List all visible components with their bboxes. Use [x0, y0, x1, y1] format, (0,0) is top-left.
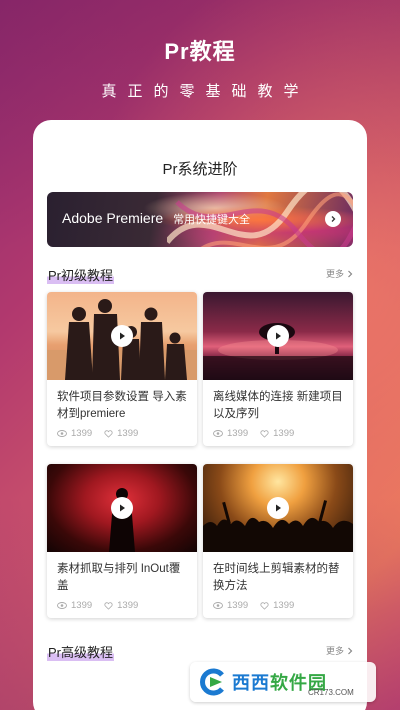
view-count: 1399 [213, 428, 248, 439]
cr173-logo-icon [194, 665, 232, 699]
chevron-right-icon[interactable] [325, 211, 341, 227]
eye-icon [57, 602, 67, 609]
eye-icon [57, 430, 67, 437]
play-icon[interactable] [267, 497, 289, 519]
section-header-advanced: Pr高级教程 更多 [47, 642, 353, 662]
lesson-title: 软件项目参数设置 导入素材到premiere [57, 391, 187, 420]
banner-subtitle: 常用快捷键大全 [173, 214, 251, 226]
lesson-thumbnail [203, 292, 353, 380]
shortcut-banner[interactable]: Adobe Premiere 常用快捷键大全 [47, 192, 353, 247]
like-count: 1399 [260, 600, 294, 611]
heart-icon [260, 429, 269, 438]
view-count-value: 1399 [227, 600, 249, 611]
page-title: Pr教程 [164, 39, 236, 64]
like-count-value: 1399 [117, 428, 139, 439]
card-title: Pr系统进阶 [162, 161, 238, 178]
lesson-thumbnail [47, 292, 197, 380]
eye-icon [213, 430, 223, 437]
like-count: 1399 [104, 600, 138, 611]
play-icon[interactable] [267, 325, 289, 347]
view-count: 1399 [213, 600, 248, 611]
lesson-title: 素材抓取与排列 InOut覆盖 [57, 563, 181, 592]
more-link-advanced[interactable]: 更多 [326, 644, 353, 657]
lesson-card[interactable]: 素材抓取与排列 InOut覆盖 1399 1399 [47, 464, 197, 618]
eye-icon [213, 602, 223, 609]
chevron-right-icon [348, 270, 353, 277]
section-header-beginner: Pr初级教程 更多 [47, 265, 353, 285]
lesson-thumbnail [47, 464, 197, 552]
page-subtitle: 真正的零基础教学 [101, 83, 310, 100]
view-count-value: 1399 [227, 428, 249, 439]
like-count: 1399 [260, 428, 294, 439]
lesson-card[interactable]: 软件项目参数设置 导入素材到premiere 1399 1399 [47, 292, 197, 446]
content-card: Pr系统进阶 Adobe Premiere 常用快捷键大全 Pr初级教程 更多 [33, 120, 367, 710]
banner-title: Adobe Premiere [62, 210, 164, 226]
lesson-card[interactable]: 离线媒体的连接 新建项目以及序列 1399 1399 [203, 292, 353, 446]
more-link-beginner[interactable]: 更多 [326, 267, 353, 280]
heart-icon [260, 601, 269, 610]
lesson-card[interactable]: 在时间线上剪辑素材的替换方法 1399 1399 [203, 464, 353, 618]
heart-icon [104, 601, 113, 610]
more-label: 更多 [325, 269, 344, 279]
play-icon[interactable] [111, 497, 133, 519]
section-title-beginner: Pr初级教程 [47, 265, 115, 284]
view-count: 1399 [57, 600, 92, 611]
watermark-brand: 西西 [232, 673, 270, 693]
view-count: 1399 [57, 428, 92, 439]
heart-icon [104, 429, 113, 438]
view-count-value: 1399 [71, 428, 93, 439]
like-count-value: 1399 [117, 600, 139, 611]
like-count-value: 1399 [273, 428, 295, 439]
section-title-advanced: Pr高级教程 [47, 642, 115, 661]
more-label: 更多 [325, 646, 344, 656]
chevron-right-icon [348, 647, 353, 654]
site-watermark: 西西软件园 CR173.COM [190, 662, 376, 702]
lesson-title: 离线媒体的连接 新建项目以及序列 [213, 391, 343, 420]
lesson-title: 在时间线上剪辑素材的替换方法 [213, 563, 340, 592]
like-count: 1399 [104, 428, 138, 439]
view-count-value: 1399 [71, 600, 93, 611]
play-icon[interactable] [111, 325, 133, 347]
lesson-thumbnail [203, 464, 353, 552]
like-count-value: 1399 [273, 600, 295, 611]
watermark-url: CR173.COM [308, 688, 354, 697]
